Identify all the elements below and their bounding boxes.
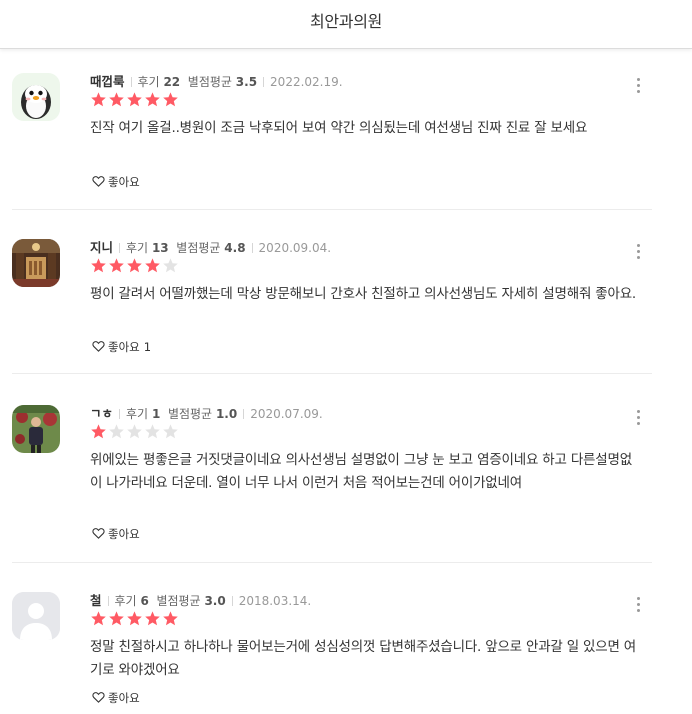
star-filled-icon [108, 610, 126, 627]
review-date: 2020.07.09. [250, 407, 323, 421]
review-meta: ㄱㅎ 후기 1 별점평균 1.0 2020.07.09. [90, 405, 323, 423]
star-filled-icon [144, 91, 162, 108]
review-meta: 때껍룩 후기 22 별점평균 3.5 2022.02.19. [90, 73, 343, 91]
review-count-label: 후기 [137, 75, 160, 89]
star-empty-icon [162, 257, 180, 274]
review-date: 2022.02.19. [270, 75, 343, 89]
like-count: 1 [143, 340, 152, 354]
review-date: 2018.03.14. [238, 594, 312, 608]
star-filled-icon [126, 257, 144, 274]
heart-icon [92, 528, 105, 539]
reviewer-nickname[interactable]: 철 [90, 593, 102, 608]
star-filled-icon [126, 610, 144, 627]
like-button[interactable]: 좋아요 [92, 689, 144, 707]
like-button[interactable]: 좋아요 1 [92, 338, 151, 356]
review-count: 22 [163, 75, 181, 89]
like-button[interactable]: 좋아요 [92, 525, 144, 543]
star-empty-icon [108, 423, 126, 440]
divider [119, 243, 121, 253]
review-count: 13 [151, 241, 169, 255]
avg-rating-label: 별점평균 [187, 75, 232, 89]
reviewer-nickname[interactable]: 지니 [90, 240, 113, 255]
heart-icon [92, 692, 105, 703]
review-date: 2020.09.04. [258, 241, 332, 255]
divider [107, 596, 109, 606]
star-filled-icon [144, 610, 162, 627]
review-count: 6 [140, 594, 149, 608]
star-empty-icon [144, 423, 162, 440]
reviewer-nickname[interactable]: 때껍룩 [90, 74, 125, 89]
divider [231, 596, 233, 606]
app-header: 최안과의원 [0, 0, 692, 49]
review-count-label: 후기 [126, 407, 149, 421]
review-item: 지니 후기 13 별점평균 4.8 2020.09.04. 평이 갈려서 어떨까했는… [12, 239, 652, 374]
like-label: 좋아요 [108, 340, 140, 354]
star-filled-icon [90, 610, 108, 627]
review-text: 위에있는 평좋은글 거짓댓글이네요 의사선생님 설명없이 그냥 눈 보고 염증이… [90, 452, 632, 491]
page-title: 최안과의원 [309, 12, 383, 31]
review-text: 진작 여기 올걸..병원이 조금 낙후되어 보여 약간 의심됬는데 여선생님 진… [90, 120, 588, 136]
avg-rating: 4.8 [224, 241, 246, 255]
avatar[interactable] [12, 73, 60, 121]
divider [251, 243, 253, 253]
avg-rating-label: 별점평균 [156, 594, 201, 608]
review-meta: 철 후기 6 별점평균 3.0 2018.03.14. [90, 592, 311, 610]
penguin-avatar-icon [12, 73, 60, 121]
star-filled-icon [90, 91, 108, 108]
heart-icon [92, 176, 105, 187]
library-avatar-icon [12, 239, 60, 287]
star-rating [90, 257, 180, 275]
reviewer-nickname[interactable]: ㄱㅎ [90, 406, 113, 421]
like-label: 좋아요 [108, 175, 140, 189]
review-item: 때껍룩 후기 22 별점평균 3.5 2022.02.19. 진작 여기 올걸..병… [12, 73, 652, 210]
divider [243, 409, 245, 419]
star-filled-icon [108, 91, 126, 108]
star-filled-icon [144, 257, 162, 274]
more-options-icon[interactable] [630, 75, 646, 97]
star-empty-icon [162, 423, 180, 440]
star-filled-icon [162, 91, 180, 108]
star-filled-icon [90, 257, 108, 274]
star-filled-icon [90, 423, 108, 440]
more-options-icon[interactable] [630, 407, 646, 429]
star-rating [90, 91, 180, 109]
star-filled-icon [162, 610, 180, 627]
star-filled-icon [126, 91, 144, 108]
avatar[interactable] [12, 239, 60, 287]
star-filled-icon [108, 257, 126, 274]
review-text: 정말 친절하시고 하나하나 물어보는거에 성심성의껏 답변해주셨습니다. 앞으로… [90, 639, 637, 678]
like-label: 좋아요 [108, 527, 140, 541]
review-count: 1 [151, 407, 161, 421]
avg-rating: 3.0 [204, 594, 226, 608]
more-options-icon[interactable] [630, 594, 646, 616]
more-options-icon[interactable] [630, 241, 646, 263]
review-text: 평이 갈려서 어떨까했는데 막상 방문해보니 간호사 친절하고 의사선생님도 자… [90, 286, 637, 302]
star-rating [90, 610, 180, 628]
review-count-label: 후기 [114, 594, 137, 608]
avg-rating-label: 별점평균 [167, 407, 213, 421]
star-rating [90, 423, 180, 441]
heart-icon [92, 341, 105, 352]
divider [263, 77, 265, 87]
divider [119, 409, 121, 419]
star-empty-icon [126, 423, 144, 440]
review-item: 철 후기 6 별점평균 3.0 2018.03.14. 정말 친절하시고 하나하나 … [12, 592, 652, 712]
avatar[interactable] [12, 592, 60, 640]
like-label: 좋아요 [108, 691, 140, 705]
divider [130, 77, 132, 87]
avatar[interactable] [12, 405, 60, 453]
review-count-label: 후기 [126, 241, 149, 255]
avg-rating-label: 별점평균 [176, 241, 221, 255]
person-photo-avatar-icon [12, 405, 60, 453]
default-user-avatar-icon [12, 592, 60, 640]
review-item: ㄱㅎ 후기 1 별점평균 1.0 2020.07.09. 위에있는 평좋은글 거짓댓… [12, 405, 652, 563]
avg-rating: 1.0 [215, 407, 238, 421]
avg-rating: 3.5 [235, 75, 258, 89]
review-meta: 지니 후기 13 별점평균 4.8 2020.09.04. [90, 239, 331, 257]
like-button[interactable]: 좋아요 [92, 173, 144, 191]
